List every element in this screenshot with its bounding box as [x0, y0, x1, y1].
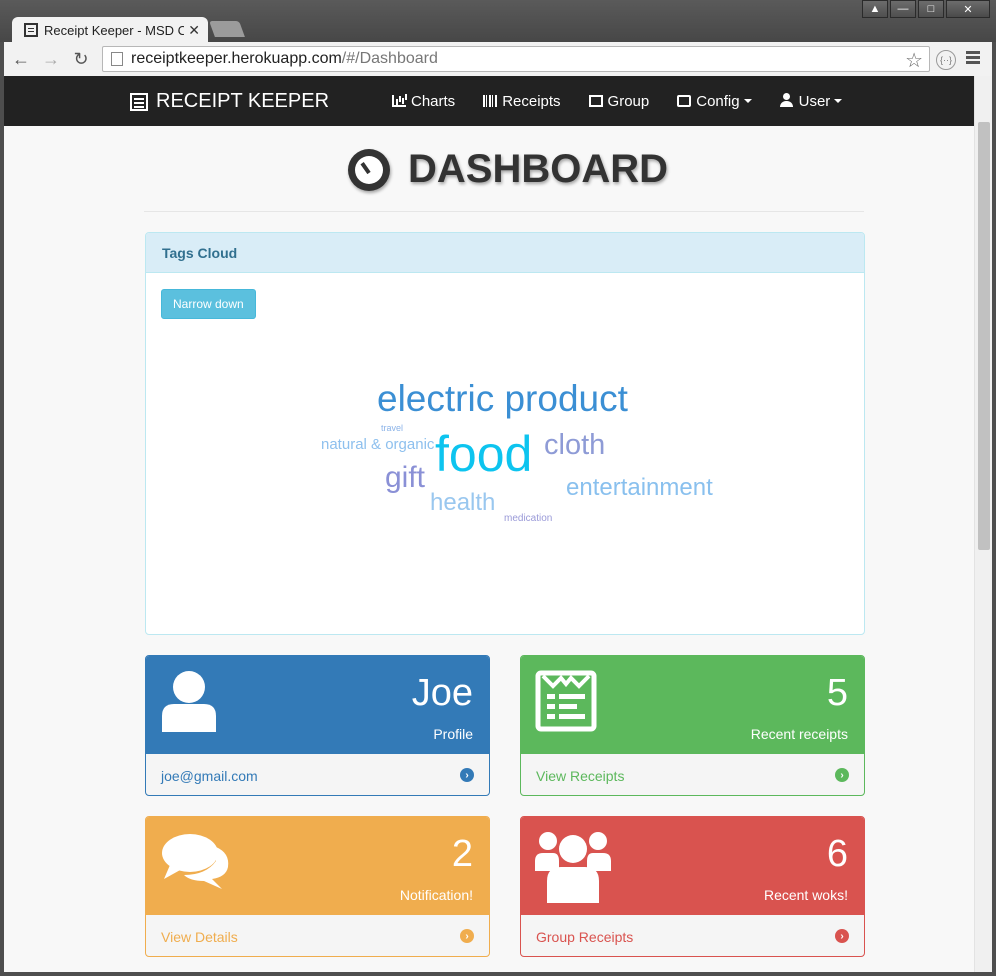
tags-cloud-panel: Tags Cloud Narrow down electric product … — [145, 232, 865, 635]
bar-chart-icon — [392, 95, 406, 107]
favicon-icon — [24, 23, 38, 37]
tag-entertainment[interactable]: entertainment — [566, 476, 713, 500]
close-window-icon[interactable]: ✕ — [946, 0, 990, 18]
group-receipts-label: Group Receipts — [536, 928, 634, 945]
window-controls: ▲ — □ ✕ — [862, 0, 990, 18]
forward-icon[interactable]: → — [38, 46, 64, 72]
receipts-caption: Recent receipts — [750, 726, 848, 742]
profile-email: joe@gmail.com — [161, 767, 258, 784]
group-icon — [588, 95, 603, 107]
reload-icon[interactable]: ↻ — [68, 46, 94, 72]
comments-icon — [162, 834, 229, 889]
panel-heading: Tags Cloud — [146, 233, 864, 273]
tag-food[interactable]: food — [435, 429, 532, 479]
browser-tab[interactable]: Receipt Keeper - MSD C ✕ — [12, 17, 208, 43]
groups-count: 6 — [826, 833, 848, 875]
tag-medication[interactable]: medication — [504, 514, 552, 524]
extension-icon[interactable]: {··} — [936, 50, 956, 70]
page-header: DASHBOARD — [144, 142, 864, 212]
receipt-icon — [535, 670, 597, 732]
browser-toolbar: ← → ↻ receiptkeeper.herokuapp.com/#/Dash… — [4, 42, 992, 76]
barcode-icon — [483, 95, 498, 107]
vertical-scrollbar[interactable] — [974, 76, 992, 972]
user-icon — [779, 93, 794, 107]
app-navbar: RECEIPT KEEPER Charts Receipts Group Con… — [4, 76, 974, 126]
view-details-link[interactable]: View Details › — [146, 915, 489, 956]
card-header: 2 Notification! — [146, 817, 489, 915]
inbox-icon — [677, 95, 692, 107]
tag-health[interactable]: health — [430, 491, 495, 515]
groups-caption: Recent woks! — [763, 887, 848, 903]
view-receipts-label: View Receipts — [536, 767, 625, 784]
card-header: 5 Recent receipts — [521, 656, 864, 754]
maximize-icon[interactable]: □ — [918, 0, 944, 18]
receipts-count: 5 — [826, 672, 848, 714]
arrow-right-circle-icon: › — [460, 929, 474, 943]
brand-label: RECEIPT KEEPER — [156, 90, 330, 112]
scrollbar-thumb[interactable] — [978, 122, 990, 550]
receipts-card: 5 Recent receipts View Receipts › — [520, 655, 865, 796]
bookmark-star-icon[interactable]: ☆ — [905, 48, 923, 73]
nav-item-charts[interactable]: Charts — [392, 76, 455, 126]
url-text: receiptkeeper.herokuapp.com/#/Dashboard — [131, 50, 438, 67]
back-icon[interactable]: ← — [8, 46, 34, 72]
page-icon — [111, 52, 123, 66]
page-title: DASHBOARD — [348, 147, 668, 192]
view-details-label: View Details — [161, 928, 238, 945]
profile-name: Joe — [411, 672, 473, 714]
nav-item-label: Receipts — [502, 92, 561, 110]
tab-title: Receipt Keeper - MSD C — [44, 22, 185, 38]
arrow-right-circle-icon: › — [460, 768, 474, 782]
browser-window: Receipt Keeper - MSD C ✕ ▲ — □ ✕ ← → ↻ r… — [0, 0, 996, 976]
caret-down-icon — [743, 99, 752, 103]
group-users-icon — [535, 832, 611, 903]
arrow-right-circle-icon: › — [835, 768, 849, 782]
tag-electric-product[interactable]: electric product — [377, 380, 628, 417]
nav-item-user[interactable]: User — [779, 76, 843, 126]
nav-item-label: Group — [607, 92, 650, 110]
user-icon — [162, 671, 216, 732]
address-bar[interactable]: receiptkeeper.herokuapp.com/#/Dashboard … — [102, 46, 930, 72]
nav-item-receipts[interactable]: Receipts — [483, 76, 561, 126]
tab-close-icon[interactable]: ✕ — [188, 22, 200, 39]
nav-item-label: User — [798, 92, 831, 110]
list-icon — [130, 92, 148, 111]
nav-item-group[interactable]: Group — [588, 76, 650, 126]
view-receipts-link[interactable]: View Receipts › — [521, 754, 864, 795]
minimize-icon[interactable]: — — [890, 0, 916, 18]
profile-footer-link[interactable]: joe@gmail.com › — [146, 754, 489, 795]
arrow-right-circle-icon: › — [835, 929, 849, 943]
group-receipts-link[interactable]: Group Receipts › — [521, 915, 864, 956]
tag-gift[interactable]: gift — [385, 463, 425, 493]
notifications-card: 2 Notification! View Details › — [145, 816, 490, 957]
tag-travel[interactable]: travel — [381, 424, 403, 433]
brand-link[interactable]: RECEIPT KEEPER — [130, 90, 329, 113]
tab-strip: Receipt Keeper - MSD C ✕ ▲ — □ ✕ — [0, 0, 996, 43]
user-profile-icon[interactable]: ▲ — [862, 0, 888, 18]
tag-natural-organic[interactable]: natural & organic — [321, 437, 434, 452]
nav-item-config[interactable]: Config — [677, 76, 752, 126]
new-tab-button[interactable] — [209, 21, 245, 37]
narrow-down-button[interactable]: Narrow down — [161, 289, 256, 319]
nav-item-label: Charts — [411, 92, 456, 110]
nav-menu: Charts Receipts Group Config User — [392, 76, 870, 126]
card-header: Joe Profile — [146, 656, 489, 754]
card-header: 6 Recent woks! — [521, 817, 864, 915]
dashboard-gauge-icon — [348, 148, 390, 191]
notifications-caption: Notification! — [399, 887, 473, 903]
tag-cloth[interactable]: cloth — [544, 431, 605, 460]
profile-caption: Profile — [433, 726, 473, 742]
browser-menu-icon[interactable] — [966, 51, 980, 66]
profile-card: Joe Profile joe@gmail.com › — [145, 655, 490, 796]
groups-card: 6 Recent woks! Group Receipts › — [520, 816, 865, 957]
notifications-count: 2 — [451, 833, 473, 875]
caret-down-icon — [834, 99, 843, 103]
nav-item-label: Config — [696, 92, 740, 110]
page-viewport: RECEIPT KEEPER Charts Receipts Group Con… — [4, 76, 992, 972]
